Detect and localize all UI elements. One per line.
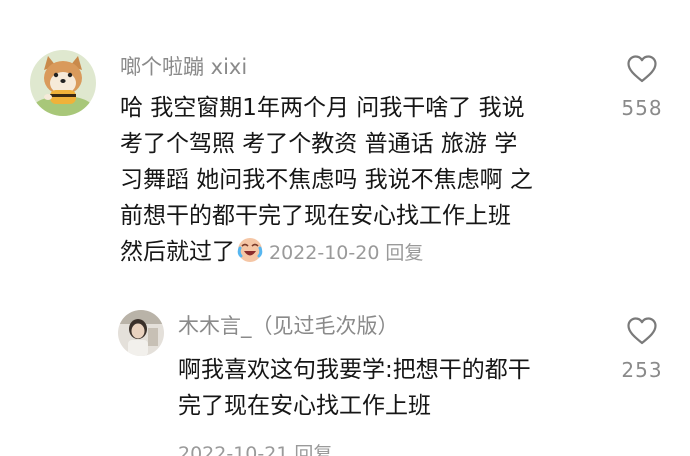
- comment-text-line: 考了个驾照 考了个教资 普通话 旅游 学: [120, 131, 518, 157]
- avatar-user-photo[interactable]: [118, 310, 164, 356]
- like-count: 558: [621, 96, 663, 120]
- heart-outline-icon: [627, 317, 657, 345]
- like-button[interactable]: 558: [612, 54, 672, 120]
- reply-button[interactable]: 回复: [385, 242, 423, 264]
- comment-text-line: 习舞蹈 她问我不焦虑吗 我说不焦虑啊 之: [120, 167, 533, 193]
- comment-meta: 2022-10-21 回复: [178, 439, 332, 456]
- comment-date: 2022-10-20: [269, 242, 380, 264]
- avatar-shiba-dog[interactable]: [30, 50, 96, 116]
- crying-laughing-emoji-icon: [237, 237, 263, 263]
- like-button[interactable]: 253: [612, 316, 672, 382]
- comment-text-line: 前想干的都干完了现在安心找工作上班: [120, 203, 511, 229]
- heart-outline-icon: [627, 55, 657, 83]
- comment-text-line: 哈 我空窗期1年两个月 问我干啥了 我说: [120, 95, 525, 121]
- like-count: 253: [621, 358, 663, 382]
- comment-body: 啊我喜欢这句我要学:把想干的都干 完了现在安心找工作上班: [178, 352, 603, 424]
- comment-last-line: 然后就过了 2022-10-20 回复: [120, 234, 595, 271]
- comment-text-line: 完了现在安心找工作上班: [178, 393, 431, 419]
- comment-body: 哈 我空窗期1年两个月 问我干啥了 我说 考了个驾照 考了个教资 普通话 旅游 …: [120, 90, 595, 271]
- reply-button[interactable]: 回复: [294, 443, 332, 456]
- comment-text-line: 啊我喜欢这句我要学:把想干的都干: [178, 357, 531, 383]
- comment-username[interactable]: 木木言_（见过毛次版）: [178, 316, 399, 337]
- comment-username[interactable]: 啷个啦蹦 xixi: [120, 57, 247, 78]
- comment-date: 2022-10-21: [178, 443, 289, 456]
- comment-section: 啷个啦蹦 xixi 哈 我空窗期1年两个月 问我干啥了 我说 考了个驾照 考了个…: [0, 0, 690, 456]
- comment-text-line: 然后就过了: [120, 239, 235, 265]
